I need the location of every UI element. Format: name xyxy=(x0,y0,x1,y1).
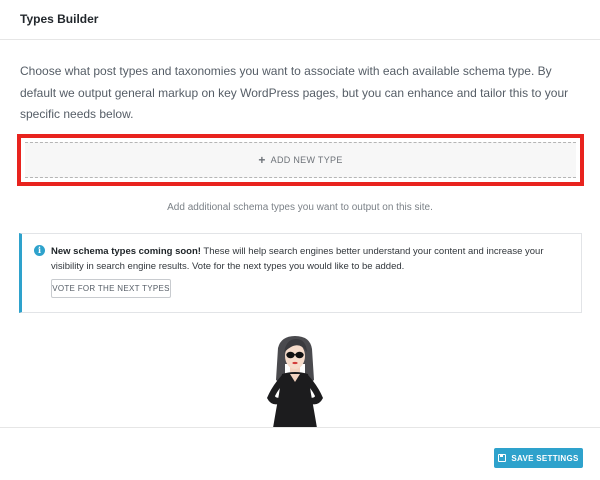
footer-divider xyxy=(0,427,600,428)
info-icon: i xyxy=(34,245,45,256)
notice-bold: New schema types coming soon! xyxy=(51,246,201,257)
mascot-illustration xyxy=(267,336,323,428)
add-new-type-button[interactable]: + ADD NEW TYPE xyxy=(25,142,576,178)
notice-text: New schema types coming soon! These will… xyxy=(51,244,576,274)
save-settings-label: SAVE SETTINGS xyxy=(511,453,579,463)
page-header: Types Builder xyxy=(0,0,600,40)
page-title: Types Builder xyxy=(20,12,99,26)
plus-icon: + xyxy=(258,153,266,167)
intro-text: Choose what post types and taxonomies yo… xyxy=(20,64,569,121)
schema-notice: i New schema types coming soon! These wi… xyxy=(19,233,582,313)
add-new-type-label: ADD NEW TYPE xyxy=(270,155,343,165)
save-settings-button[interactable]: SAVE SETTINGS xyxy=(494,448,583,468)
floppy-disk-icon xyxy=(498,454,507,462)
helper-text: Add additional schema types you want to … xyxy=(167,202,433,213)
vote-next-types-button[interactable]: VOTE FOR THE NEXT TYPES xyxy=(51,279,171,298)
